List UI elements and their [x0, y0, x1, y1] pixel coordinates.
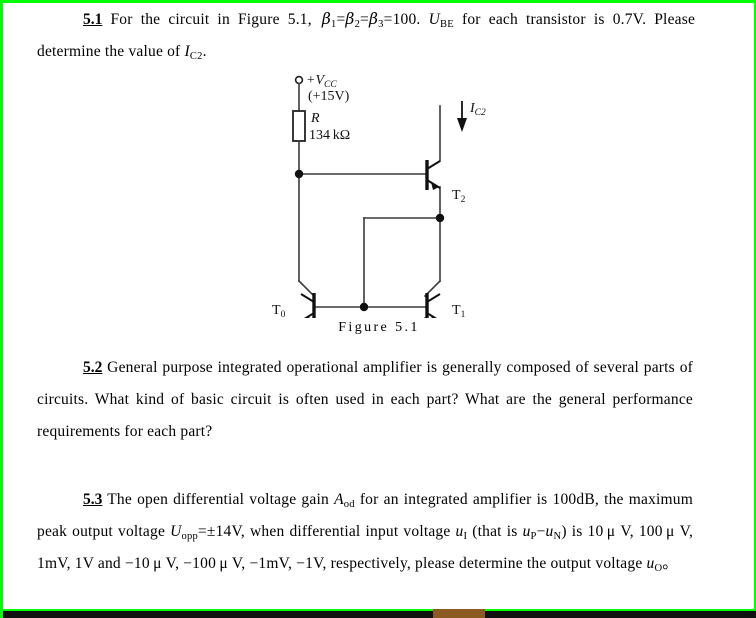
problem-5-3-minus: −	[536, 523, 546, 540]
problem-5-3-seg4: (that is	[472, 523, 518, 540]
problem-5-1-text-a: For the circuit in Figure 5.1,	[110, 11, 312, 28]
ube-subscript: BE	[440, 18, 454, 30]
aod-subscript: od	[343, 498, 355, 510]
resistor-name-label: R	[310, 111, 320, 126]
junction-node-a	[294, 169, 304, 179]
junction-dots	[294, 169, 445, 312]
t1-collector-stub	[426, 293, 441, 303]
ube-symbol: U	[428, 11, 441, 28]
problem-5-3-seg7: −100 μ V,	[183, 555, 246, 572]
problem-number-5-1: 5.1	[83, 11, 103, 28]
junction-node-b	[435, 213, 445, 223]
beta-3-symbol: β	[369, 10, 379, 28]
figure-5-1: +VCC (+15V) R 134 kΩ IC2 T2 T1 T0 Figure	[3, 68, 755, 336]
resistor-R-body	[292, 110, 306, 142]
supply-terminal-node	[294, 75, 304, 85]
aod-symbol: A	[334, 491, 344, 508]
transistor-t0-label: T0	[272, 303, 286, 318]
figure-caption: Figure 5.1	[338, 320, 420, 335]
beta-1-symbol: β	[321, 10, 331, 28]
ui-subscript: I	[463, 530, 468, 542]
page-content: 5.1 For the circuit in Figure 5.1, β1=β2=…	[3, 3, 755, 580]
junction-base-node	[359, 302, 369, 312]
problem-5-3-period: 。	[662, 555, 678, 572]
problem-5-1-text-b: for each transistor	[462, 11, 586, 28]
uopp-symbol: U	[170, 523, 182, 540]
circuit-diagram: +VCC (+15V) R 134 kΩ IC2 T2 T1 T0	[272, 73, 486, 318]
bottom-green-rule	[3, 609, 756, 611]
problem-5-3-seg8: −1mV,	[249, 555, 293, 572]
transistor-t1-label: T1	[452, 303, 466, 318]
problem-5-3-seg1: The open differential voltage gain	[107, 491, 329, 508]
problem-5-3-paragraph: 5.3 The open differential voltage gain A…	[3, 484, 755, 580]
problem-number-5-2: 5.2	[83, 359, 103, 376]
document-page: 5.1 For the circuit in Figure 5.1, β1=β2=…	[0, 0, 756, 618]
beta-value: =100.	[383, 11, 421, 28]
supply-value-label: (+15V)	[308, 89, 350, 104]
up-symbol: u	[522, 523, 531, 540]
problem-5-3-equals: =	[197, 523, 207, 540]
resistor-value-label: 134 kΩ	[309, 128, 350, 143]
problem-5-1-paragraph: 5.1 For the circuit in Figure 5.1, β1=β2=…	[3, 3, 755, 68]
problem-5-3-seg9: −1V, respectively, please determine the …	[296, 555, 643, 572]
bottom-color-segment	[433, 609, 485, 618]
transistor-t2-label: T2	[452, 188, 466, 205]
problem-number-5-3: 5.3	[83, 491, 103, 508]
ic2-subscript: C2	[189, 50, 203, 62]
problem-5-3-pm14: ±14V, when differential input voltage	[206, 523, 451, 540]
problem-5-2-text: General purpose integrated operational a…	[37, 359, 694, 440]
t2-collector-stub	[426, 160, 441, 170]
problem-5-3-seg6: −10 μ V,	[124, 555, 180, 572]
ic2-label: IC2	[469, 101, 486, 118]
page-bottom-edge	[3, 609, 756, 618]
ic2-current-arrow	[457, 101, 467, 132]
beta-2-symbol: β	[345, 10, 355, 28]
un-symbol: u	[545, 523, 554, 540]
t0-collector-stub	[300, 293, 315, 303]
uopp-subscript: opp	[181, 530, 198, 542]
problem-5-1-period: .	[202, 43, 207, 60]
problem-5-2-paragraph: 5.2 General purpose integrated operation…	[3, 352, 755, 448]
supply-label: +VCC	[306, 73, 337, 90]
equals-2: =	[360, 11, 369, 28]
